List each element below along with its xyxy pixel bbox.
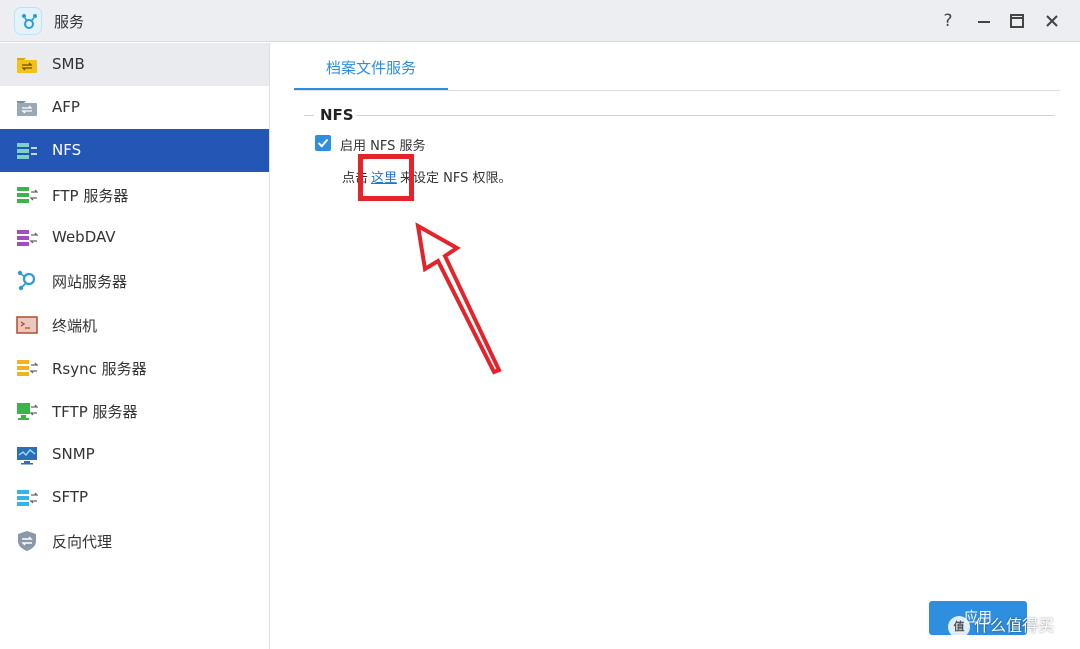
tab-label: 档案文件服务 <box>325 59 416 77</box>
snmp-icon <box>17 447 37 465</box>
sidebar-item-label: NFS <box>52 141 82 159</box>
sidebar-item-nfs[interactable]: NFS <box>0 129 269 172</box>
sftp-icon <box>17 490 38 506</box>
maximize-button[interactable] <box>1005 9 1029 33</box>
sidebar-item-rsync[interactable]: Rsync 服务器 <box>0 346 269 389</box>
enable-nfs-label[interactable]: 启用 NFS 服务 <box>340 135 426 154</box>
sidebar: SMB AFP NFS FTP 服务器 WebDAV 网站服务器 终端机 Rsy… <box>0 43 270 649</box>
nfs-icon <box>17 143 37 159</box>
smb-icon <box>17 58 37 73</box>
close-icon <box>1046 15 1058 27</box>
sidebar-item-label: FTP 服务器 <box>52 187 129 205</box>
reverse-proxy-icon <box>18 531 36 551</box>
sidebar-item-label: 网站服务器 <box>52 273 128 291</box>
close-button[interactable] <box>1040 9 1064 33</box>
watermark: 值什么值得买 <box>948 612 1054 638</box>
sidebar-item-webdav[interactable]: WebDAV <box>0 216 269 259</box>
checkmark-icon <box>317 138 329 148</box>
webdav-icon <box>17 230 38 246</box>
sidebar-item-label: Rsync 服务器 <box>52 360 147 378</box>
web-server-icon <box>17 270 36 291</box>
tab-divider <box>294 90 1060 91</box>
section-divider-left <box>304 115 314 116</box>
services-app-icon <box>14 7 42 35</box>
annotation-arrow-icon <box>415 222 502 375</box>
ftp-icon <box>17 187 38 203</box>
main-panel: 档案文件服务 NFS 启用 NFS 服务 点击 这里 来设定 NFS 权限。 应用 <box>272 43 1080 649</box>
help-button[interactable]: ? <box>936 9 960 33</box>
section-divider-right <box>356 115 1054 116</box>
sidebar-item-label: SMB <box>52 55 85 73</box>
sidebar-item-label: SFTP <box>52 488 89 506</box>
sidebar-item-afp[interactable]: AFP <box>0 86 269 129</box>
sidebar-item-smb[interactable]: SMB <box>0 43 269 86</box>
annotation-highlight-box <box>358 154 414 201</box>
rsync-icon <box>17 360 38 376</box>
maximize-icon <box>1010 14 1024 28</box>
sidebar-item-label: AFP <box>52 98 80 116</box>
sidebar-item-label: SNMP <box>52 445 95 463</box>
terminal-icon <box>16 316 38 334</box>
window-title: 服务 <box>54 13 85 31</box>
sidebar-item-reverse-proxy[interactable]: 反向代理 <box>0 519 269 562</box>
sidebar-item-snmp[interactable]: SNMP <box>0 433 269 476</box>
minimize-icon <box>978 21 990 23</box>
tab-file-services[interactable]: 档案文件服务 <box>294 43 448 91</box>
enable-nfs-checkbox[interactable] <box>315 135 331 151</box>
sidebar-item-tftp[interactable]: TFTP 服务器 <box>0 389 269 432</box>
watermark-text: 什么值得买 <box>974 616 1055 635</box>
title-bar: 服务 ? <box>0 0 1080 42</box>
note-suffix: 来设定 NFS 权限。 <box>400 171 512 186</box>
tftp-icon <box>17 403 38 420</box>
sidebar-item-label: 反向代理 <box>52 533 113 551</box>
sidebar-item-sftp[interactable]: SFTP <box>0 476 269 519</box>
afp-icon <box>17 101 37 116</box>
sidebar-item-terminal[interactable]: 终端机 <box>0 303 269 346</box>
minimize-button[interactable] <box>972 9 996 33</box>
sidebar-item-label: 终端机 <box>52 317 98 335</box>
section-title: NFS <box>320 106 354 124</box>
sidebar-item-label: WebDAV <box>52 228 116 246</box>
watermark-badge: 值 <box>948 615 970 638</box>
sidebar-item-label: TFTP 服务器 <box>52 403 138 421</box>
sidebar-item-ftp[interactable]: FTP 服务器 <box>0 173 269 216</box>
sidebar-item-web-server[interactable]: 网站服务器 <box>0 259 269 302</box>
